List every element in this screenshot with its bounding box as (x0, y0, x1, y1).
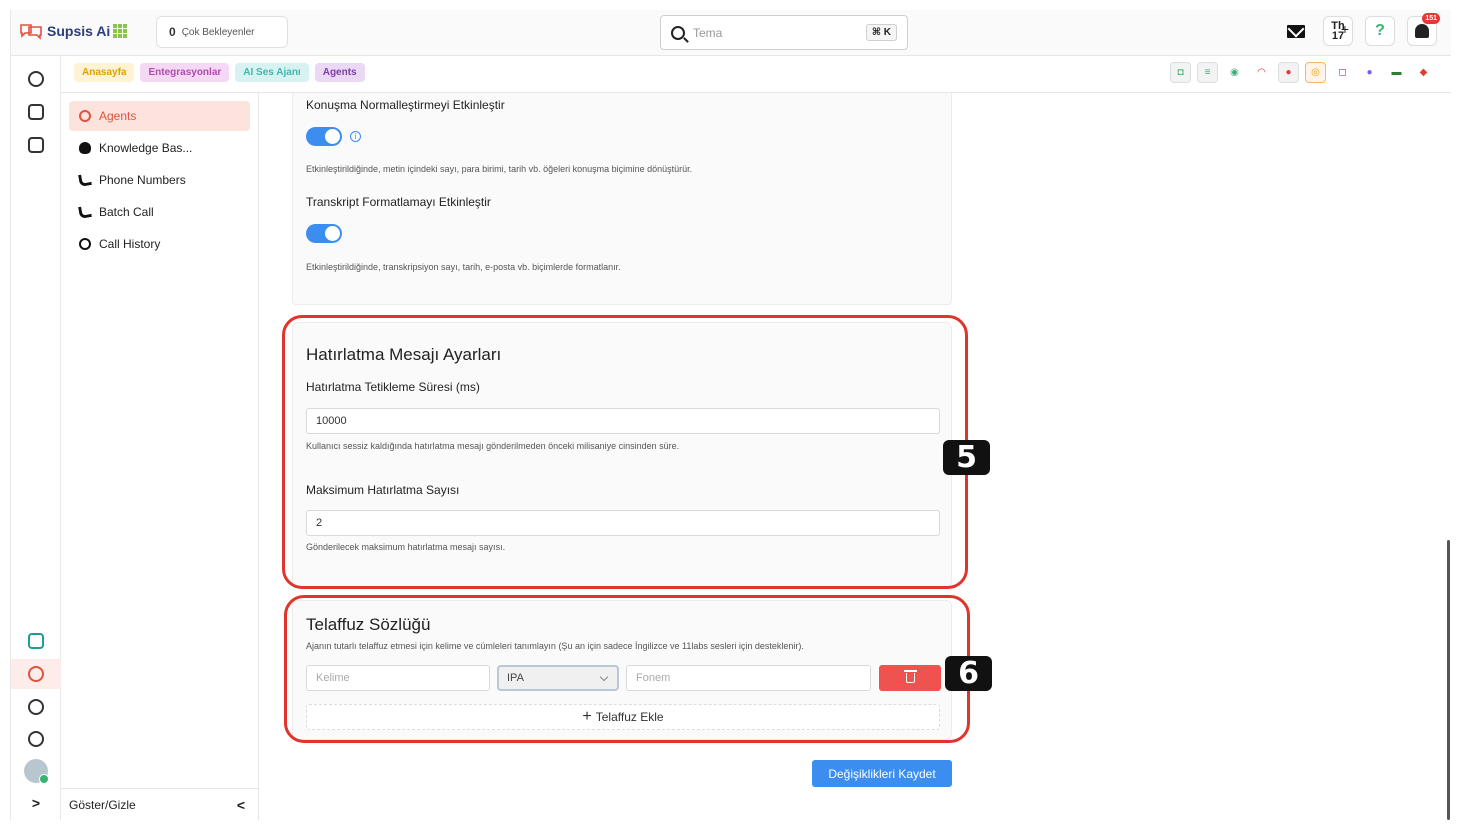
mail-icon (1287, 24, 1305, 38)
rail-integrations[interactable] (11, 659, 61, 689)
rail-reports[interactable] (11, 692, 61, 722)
voice-settings-card: Konuşma Normalleştirmeyi Etkinleştir i E… (292, 93, 952, 305)
transcript-formatting-label: Transkript Formatlamayı Etkinleştir (306, 195, 491, 209)
plus-icon: + (1340, 21, 1349, 37)
share-icon (28, 666, 44, 682)
highlight-frame (284, 595, 970, 743)
icon-rail: > (11, 56, 61, 820)
calendar-button[interactable]: Th 17 + (1323, 16, 1353, 46)
rail-settings[interactable] (11, 724, 61, 754)
agent-icon (79, 110, 91, 122)
instagram-icon[interactable]: ◻ (1332, 62, 1353, 83)
logo[interactable]: Supsis Ai (19, 22, 110, 40)
app-frame: Supsis Ai 0 Çok Bekleyenler Tema ⌘ K Th … (10, 10, 1451, 820)
sidebar-item-label: Batch Call (99, 205, 154, 219)
sidebar-item-call-history[interactable]: Call History (69, 229, 250, 259)
breadcrumb-integrations[interactable]: Entegrasyonlar (140, 63, 230, 82)
rail-chat[interactable] (11, 64, 61, 94)
highlight-frame (282, 315, 968, 589)
list-icon[interactable]: ≡ (1197, 62, 1218, 83)
apps-grid-icon[interactable] (113, 24, 127, 38)
help-button[interactable]: ? (1365, 16, 1395, 46)
phone-icon (78, 173, 92, 187)
breadcrumb-agents[interactable]: Agents (314, 63, 365, 82)
app-name: Supsis Ai (47, 23, 111, 39)
shortcut-hint: ⌘ K (865, 24, 897, 41)
bell-icon (1415, 24, 1429, 38)
toggle-sidebar-button[interactable]: Göster/Gizle < (61, 788, 259, 820)
notifications-button[interactable]: 151 (1407, 13, 1440, 46)
speech-normalization-toggle[interactable] (306, 127, 342, 146)
speech-normalization-help: Etkinleştirildiğinde, metin içindeki say… (306, 164, 693, 174)
rail-expand[interactable]: > (11, 788, 61, 818)
sidebar-item-batch-call[interactable]: Batch Call (69, 197, 250, 227)
contact-card-icon (28, 104, 44, 120)
help-icon: ? (1375, 22, 1385, 39)
whatsapp-icon[interactable]: ◎ (1305, 62, 1326, 83)
inbox-icon (28, 137, 44, 153)
step-badge: 5 (943, 440, 990, 475)
sidebar-item-knowledge-base[interactable]: Knowledge Bas... (69, 133, 250, 163)
sidebar-item-label: Knowledge Bas... (99, 141, 193, 155)
mail-button[interactable] (1281, 16, 1311, 46)
sidebar-item-label: Phone Numbers (99, 173, 186, 187)
waiting-count: 0 (169, 25, 176, 39)
voice-agent-icon[interactable]: ◉ (1224, 62, 1245, 83)
search-placeholder: Tema (693, 25, 723, 40)
logo-icon (20, 24, 42, 40)
speech-normalization-label: Konuşma Normalleştirmeyi Etkinleştir (306, 98, 505, 112)
pie-chart-icon (28, 699, 44, 715)
breadcrumb-voice-agent[interactable]: AI Ses Ajanı (235, 63, 309, 82)
supsis-icon[interactable]: ◆ (1413, 62, 1434, 83)
sidebar-item-phone-numbers[interactable]: Phone Numbers (69, 165, 250, 195)
gear-icon (28, 731, 44, 747)
channel-bar: ◘ ≡ ◉ ◠ ● ◎ ◻ ● ▬ ◆ (1170, 62, 1434, 83)
dashboard-icon (28, 633, 44, 649)
breadcrumb-home[interactable]: Anasayfa (74, 63, 135, 82)
messenger-icon[interactable]: ● (1359, 62, 1380, 83)
info-icon[interactable]: i (350, 131, 361, 142)
breadcrumb: Anasayfa Entegrasyonlar AI Ses Ajanı Age… (74, 63, 365, 82)
telegram-icon[interactable]: ● (1278, 62, 1299, 83)
rail-dashboard[interactable] (11, 626, 61, 656)
save-changes-button[interactable]: Değişiklikleri Kaydet (812, 760, 952, 787)
bulb-icon (79, 142, 91, 154)
scrollbar[interactable] (1447, 540, 1450, 820)
rail-contacts[interactable] (11, 97, 61, 127)
rail-profile[interactable] (11, 756, 61, 786)
wifi-icon[interactable]: ◠ (1251, 62, 1272, 83)
search-input[interactable]: Tema ⌘ K (660, 15, 908, 50)
transcript-formatting-toggle[interactable] (306, 224, 342, 243)
chat-icon (28, 71, 44, 87)
bot-icon[interactable]: ◘ (1170, 62, 1191, 83)
agents-sidebar: Agents Knowledge Bas... Phone Numbers Ba… (61, 93, 259, 820)
sidebar-item-label: Agents (99, 109, 137, 123)
sidebar-item-label: Call History (99, 237, 161, 251)
history-icon (79, 238, 91, 250)
toggle-sidebar-label: Göster/Gizle (69, 797, 136, 812)
sidebar-item-agents[interactable]: Agents (69, 101, 250, 131)
chevron-right-icon: > (31, 795, 41, 811)
chevron-left-icon: < (236, 796, 245, 813)
avatar (24, 759, 49, 784)
notification-badge: 151 (1422, 13, 1440, 24)
waiting-queue-button[interactable]: 0 Çok Bekleyenler (156, 16, 288, 48)
top-bar: Supsis Ai 0 Çok Bekleyenler Tema ⌘ K Th … (11, 10, 1451, 56)
sms-icon[interactable]: ▬ (1386, 62, 1407, 83)
rail-inbox[interactable] (11, 130, 61, 160)
transcript-formatting-help: Etkinleştirildiğinde, transkripsiyon say… (306, 262, 621, 272)
phone-icon (78, 205, 92, 219)
search-icon (671, 25, 685, 40)
step-badge: 6 (945, 656, 992, 691)
waiting-label: Çok Bekleyenler (181, 26, 255, 38)
